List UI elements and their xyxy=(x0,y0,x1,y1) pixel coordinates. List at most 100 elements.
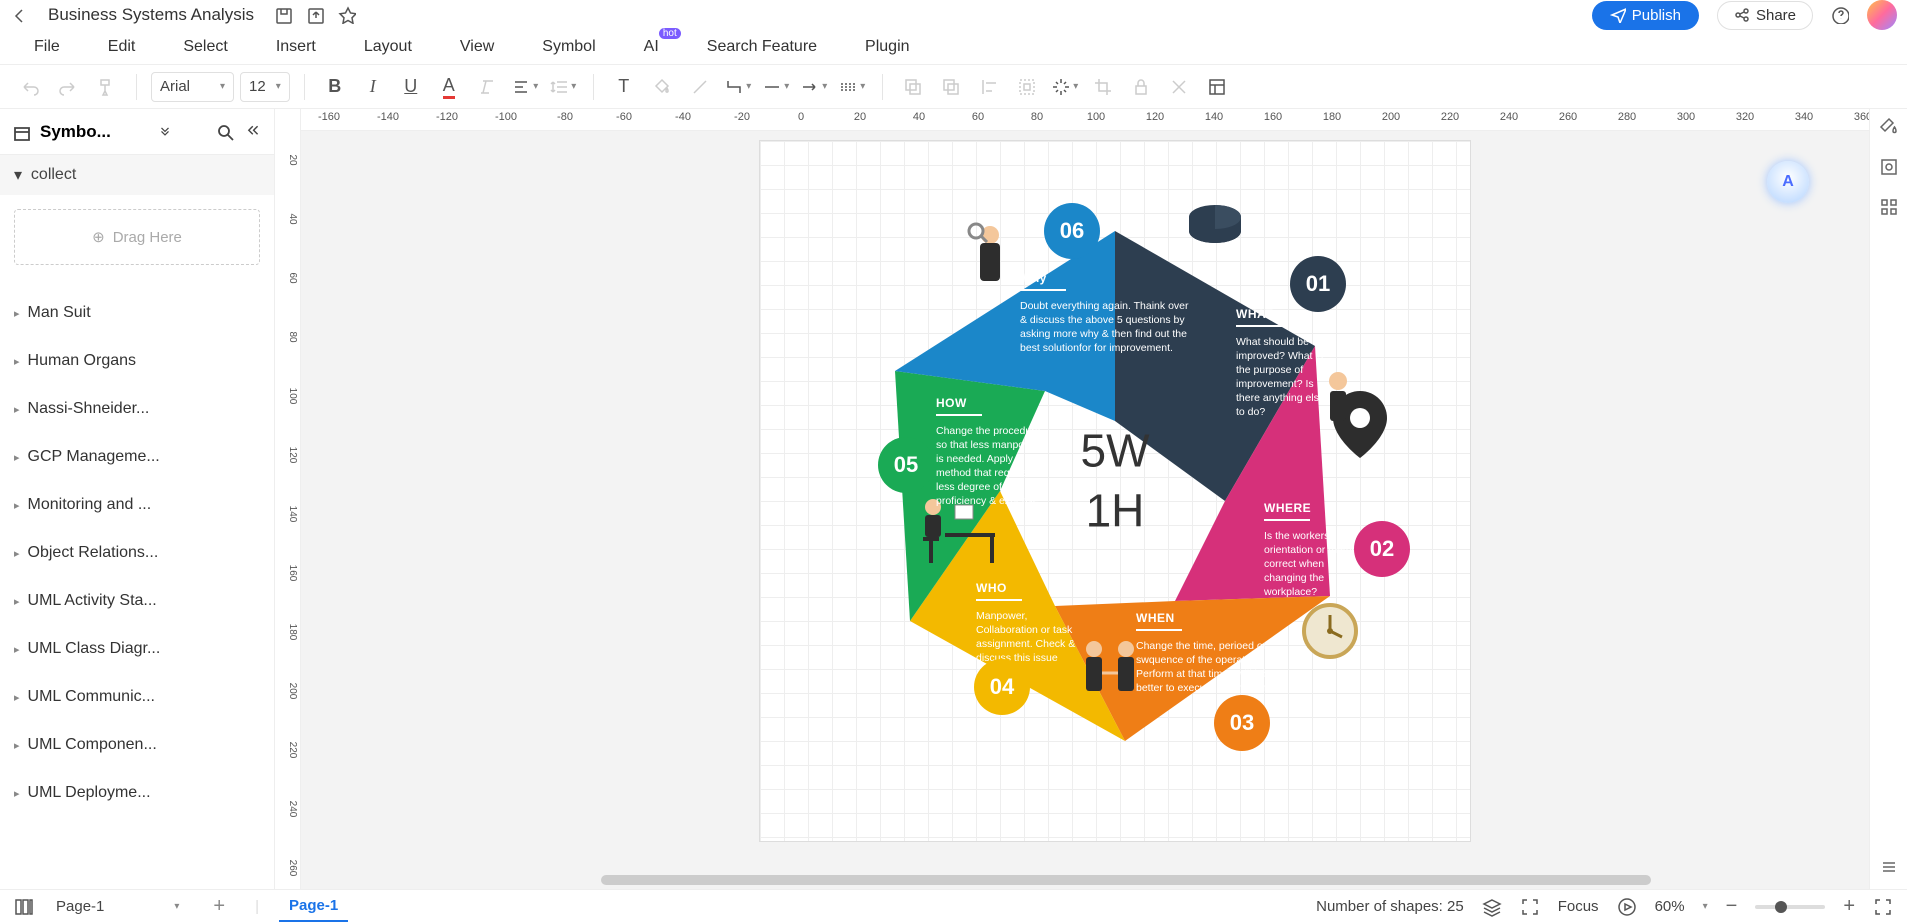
connector-button[interactable]: ▾ xyxy=(722,71,754,103)
group-button[interactable] xyxy=(1011,71,1043,103)
library-icon xyxy=(12,123,30,141)
more-icon[interactable] xyxy=(1879,857,1899,877)
underline-button[interactable]: U xyxy=(395,71,427,103)
horizontal-scrollbar[interactable] xyxy=(601,875,1651,885)
lib-item[interactable]: Man Suit xyxy=(14,289,260,337)
save-icon[interactable] xyxy=(274,6,292,24)
lib-item[interactable]: UML Deployme... xyxy=(14,769,260,817)
lib-item[interactable]: UML Activity Sta... xyxy=(14,577,260,625)
star-icon[interactable] xyxy=(338,6,356,24)
lib-item[interactable]: UML Class Diagr... xyxy=(14,625,260,673)
page-list-icon[interactable] xyxy=(14,897,34,917)
align-button[interactable]: ▾ xyxy=(509,71,541,103)
expand-icon[interactable] xyxy=(158,123,176,141)
undo-button[interactable] xyxy=(14,71,46,103)
collapse-panel-icon[interactable] xyxy=(244,123,262,141)
effects-button[interactable]: ▾ xyxy=(1049,71,1081,103)
collect-section[interactable]: ▾ collect xyxy=(0,155,274,195)
lib-item[interactable]: Monitoring and ... xyxy=(14,481,260,529)
bring-front-button[interactable] xyxy=(897,71,929,103)
open-icon[interactable] xyxy=(306,6,324,24)
num-01: 01 xyxy=(1290,256,1346,312)
zoom-slider[interactable] xyxy=(1755,905,1825,909)
hot-badge: hot xyxy=(659,28,681,39)
attributes-button[interactable] xyxy=(1201,71,1233,103)
clear-format-button[interactable] xyxy=(471,71,503,103)
line-spacing-button[interactable]: ▾ xyxy=(547,71,579,103)
menu-search-feature[interactable]: Search Feature xyxy=(707,38,817,56)
menu-edit[interactable]: Edit xyxy=(108,38,136,56)
focus-icon[interactable] xyxy=(1520,897,1540,917)
menu-plugin[interactable]: Plugin xyxy=(865,38,909,56)
crop-button[interactable] xyxy=(1087,71,1119,103)
menu-select[interactable]: Select xyxy=(183,38,227,56)
num-06: 06 xyxy=(1044,203,1100,259)
drag-here-box[interactable]: ⊕ Drag Here xyxy=(14,209,260,265)
lib-item[interactable]: GCP Manageme... xyxy=(14,433,260,481)
presentation-icon[interactable] xyxy=(1617,897,1637,917)
menu-insert[interactable]: Insert xyxy=(276,38,316,56)
line-style-button[interactable]: ▾ xyxy=(760,71,792,103)
symbols-panel: Symbo... ▾ collect ⊕ Drag Here Man SuitH… xyxy=(0,109,275,889)
focus-label[interactable]: Focus xyxy=(1558,898,1599,915)
menu-file[interactable]: File xyxy=(34,38,60,56)
num-04: 04 xyxy=(974,659,1030,715)
italic-button[interactable]: I xyxy=(357,71,389,103)
apps-icon[interactable] xyxy=(1879,197,1899,217)
canvas[interactable]: 5W 1H WHATWhat should be improved? What … xyxy=(301,131,1869,889)
horizontal-ruler: -160-140-120-100-80-60-40-20020406080100… xyxy=(301,109,1869,131)
num-05: 05 xyxy=(878,437,934,493)
send-back-button[interactable] xyxy=(935,71,967,103)
lib-item[interactable]: UML Communic... xyxy=(14,673,260,721)
font-size-select[interactable]: 12▾ xyxy=(240,72,290,102)
page[interactable]: 5W 1H WHATWhat should be improved? What … xyxy=(760,141,1470,841)
menu-layout[interactable]: Layout xyxy=(364,38,412,56)
help-icon[interactable] xyxy=(1831,6,1849,24)
num-03: 03 xyxy=(1214,695,1270,751)
publish-button[interactable]: Publish xyxy=(1592,1,1699,30)
fill-button[interactable] xyxy=(646,71,678,103)
font-family-select[interactable]: Arial▾ xyxy=(151,72,234,102)
text-tool-button[interactable]: T xyxy=(608,71,640,103)
zoom-label[interactable]: 60% xyxy=(1655,898,1685,915)
center-text: 5W 1H xyxy=(1081,422,1150,542)
font-color-button[interactable]: A xyxy=(433,71,465,103)
back-icon[interactable] xyxy=(10,6,28,24)
tools-button[interactable] xyxy=(1163,71,1195,103)
lib-item[interactable]: Object Relations... xyxy=(14,529,260,577)
arrow-button[interactable]: ▾ xyxy=(798,71,830,103)
panel-title: Symbo... xyxy=(40,122,148,142)
zoom-out-button[interactable]: − xyxy=(1726,895,1738,918)
shape-count: Number of shapes: 25 xyxy=(1316,898,1464,915)
stroke-color-button[interactable] xyxy=(684,71,716,103)
format-painter-button[interactable] xyxy=(90,71,122,103)
search-icon[interactable] xyxy=(216,123,234,141)
menu-view[interactable]: View xyxy=(460,38,494,56)
seg-how: HOWChange the procedure so that less man… xyxy=(936,396,1046,509)
lib-item[interactable]: Nassi-Shneider... xyxy=(14,385,260,433)
layers-icon[interactable] xyxy=(1482,897,1502,917)
page-dropdown[interactable]: Page-1▾ xyxy=(42,898,193,915)
redo-button[interactable] xyxy=(52,71,84,103)
add-page-button[interactable]: + xyxy=(213,895,225,918)
align-objects-button[interactable] xyxy=(973,71,1005,103)
seg-where: WHEREIs the workers orientation or metho… xyxy=(1264,501,1364,599)
menu-symbol[interactable]: Symbol xyxy=(542,38,595,56)
menu-ai[interactable]: AIhot xyxy=(644,38,659,56)
document-title: Business Systems Analysis xyxy=(48,5,254,25)
lib-item[interactable]: Human Organs xyxy=(14,337,260,385)
share-button[interactable]: Share xyxy=(1717,1,1813,30)
ai-assistant-button[interactable]: A xyxy=(1767,161,1809,203)
num-02: 02 xyxy=(1354,521,1410,577)
5w1h-diagram: 5W 1H WHATWhat should be improved? What … xyxy=(760,141,1470,841)
lib-item[interactable]: UML Componen... xyxy=(14,721,260,769)
zoom-in-button[interactable]: + xyxy=(1843,895,1855,918)
lock-button[interactable] xyxy=(1125,71,1157,103)
settings-icon[interactable] xyxy=(1879,157,1899,177)
fullscreen-icon[interactable] xyxy=(1873,897,1893,917)
dash-button[interactable]: ▾ xyxy=(836,71,868,103)
bold-button[interactable]: B xyxy=(319,71,351,103)
avatar[interactable] xyxy=(1867,0,1897,30)
theme-icon[interactable] xyxy=(1879,117,1899,137)
page-tab[interactable]: Page-1 xyxy=(279,891,348,922)
